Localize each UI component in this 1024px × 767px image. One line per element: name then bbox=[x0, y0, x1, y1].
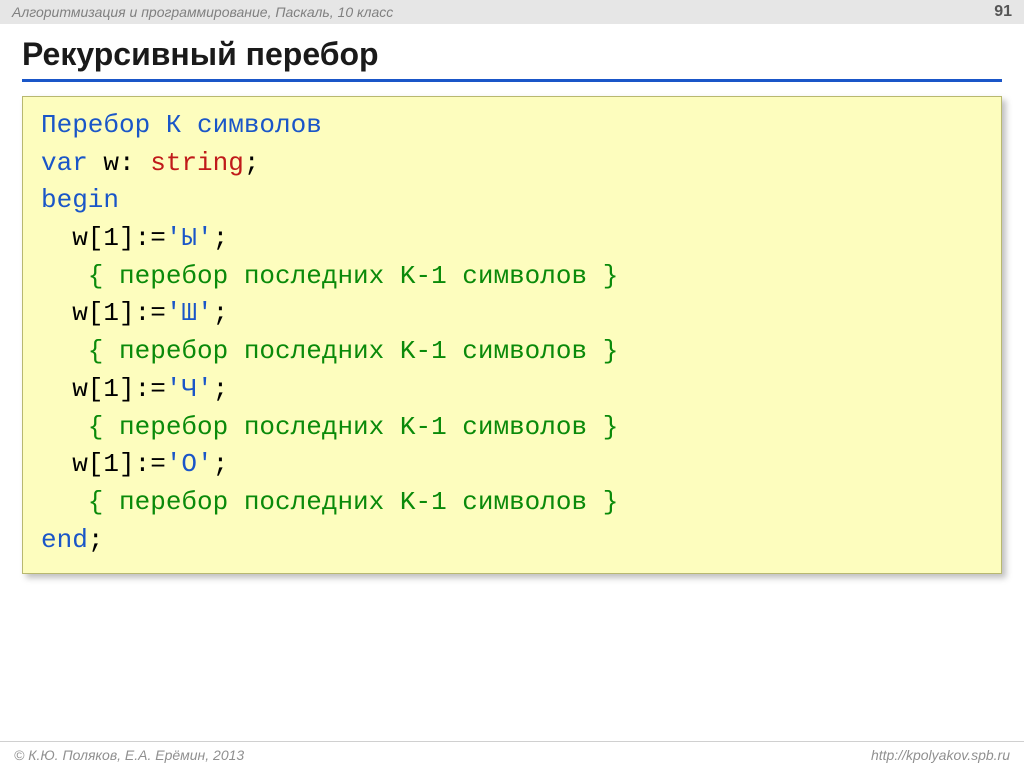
literal: 'Ы' bbox=[166, 223, 213, 253]
copyright: © К.Ю. Поляков, Е.А. Ерёмин, 2013 bbox=[14, 747, 244, 763]
comment: { перебор последних K-1 символов } bbox=[41, 487, 618, 517]
page-number: 91 bbox=[994, 3, 1012, 21]
var-name: w: bbox=[88, 148, 150, 178]
assign: w[1]:= bbox=[41, 449, 166, 479]
literal: 'Ч' bbox=[166, 374, 213, 404]
footer-url: http://kpolyakov.spb.ru bbox=[871, 747, 1010, 763]
kw-var: var bbox=[41, 148, 88, 178]
slide-header: Алгоритмизация и программирование, Паска… bbox=[0, 0, 1024, 24]
kw-begin: begin bbox=[41, 185, 119, 215]
code-heading: Перебор К символов bbox=[41, 110, 322, 140]
literal: 'Ш' bbox=[166, 298, 213, 328]
comment: { перебор последних K-1 символов } bbox=[41, 261, 618, 291]
slide-footer: © К.Ю. Поляков, Е.А. Ерёмин, 2013 http:/… bbox=[0, 741, 1024, 767]
kw-end: end bbox=[41, 525, 88, 555]
assign: w[1]:= bbox=[41, 298, 166, 328]
code-block: Перебор К символов var w: string; begin … bbox=[22, 96, 1002, 574]
assign: w[1]:= bbox=[41, 223, 166, 253]
semi: ; bbox=[213, 374, 229, 404]
literal: 'О' bbox=[166, 449, 213, 479]
assign: w[1]:= bbox=[41, 374, 166, 404]
type: string bbox=[150, 148, 244, 178]
slide-content: Рекурсивный перебор Перебор К символов v… bbox=[0, 24, 1024, 574]
semi: ; bbox=[213, 449, 229, 479]
semi: ; bbox=[213, 298, 229, 328]
slide-title: Рекурсивный перебор bbox=[22, 36, 1002, 82]
semi: ; bbox=[213, 223, 229, 253]
end-semi: ; bbox=[88, 525, 104, 555]
course-title: Алгоритмизация и программирование, Паска… bbox=[12, 4, 393, 20]
comment: { перебор последних K-1 символов } bbox=[41, 412, 618, 442]
comment: { перебор последних K-1 символов } bbox=[41, 336, 618, 366]
semi: ; bbox=[244, 148, 260, 178]
